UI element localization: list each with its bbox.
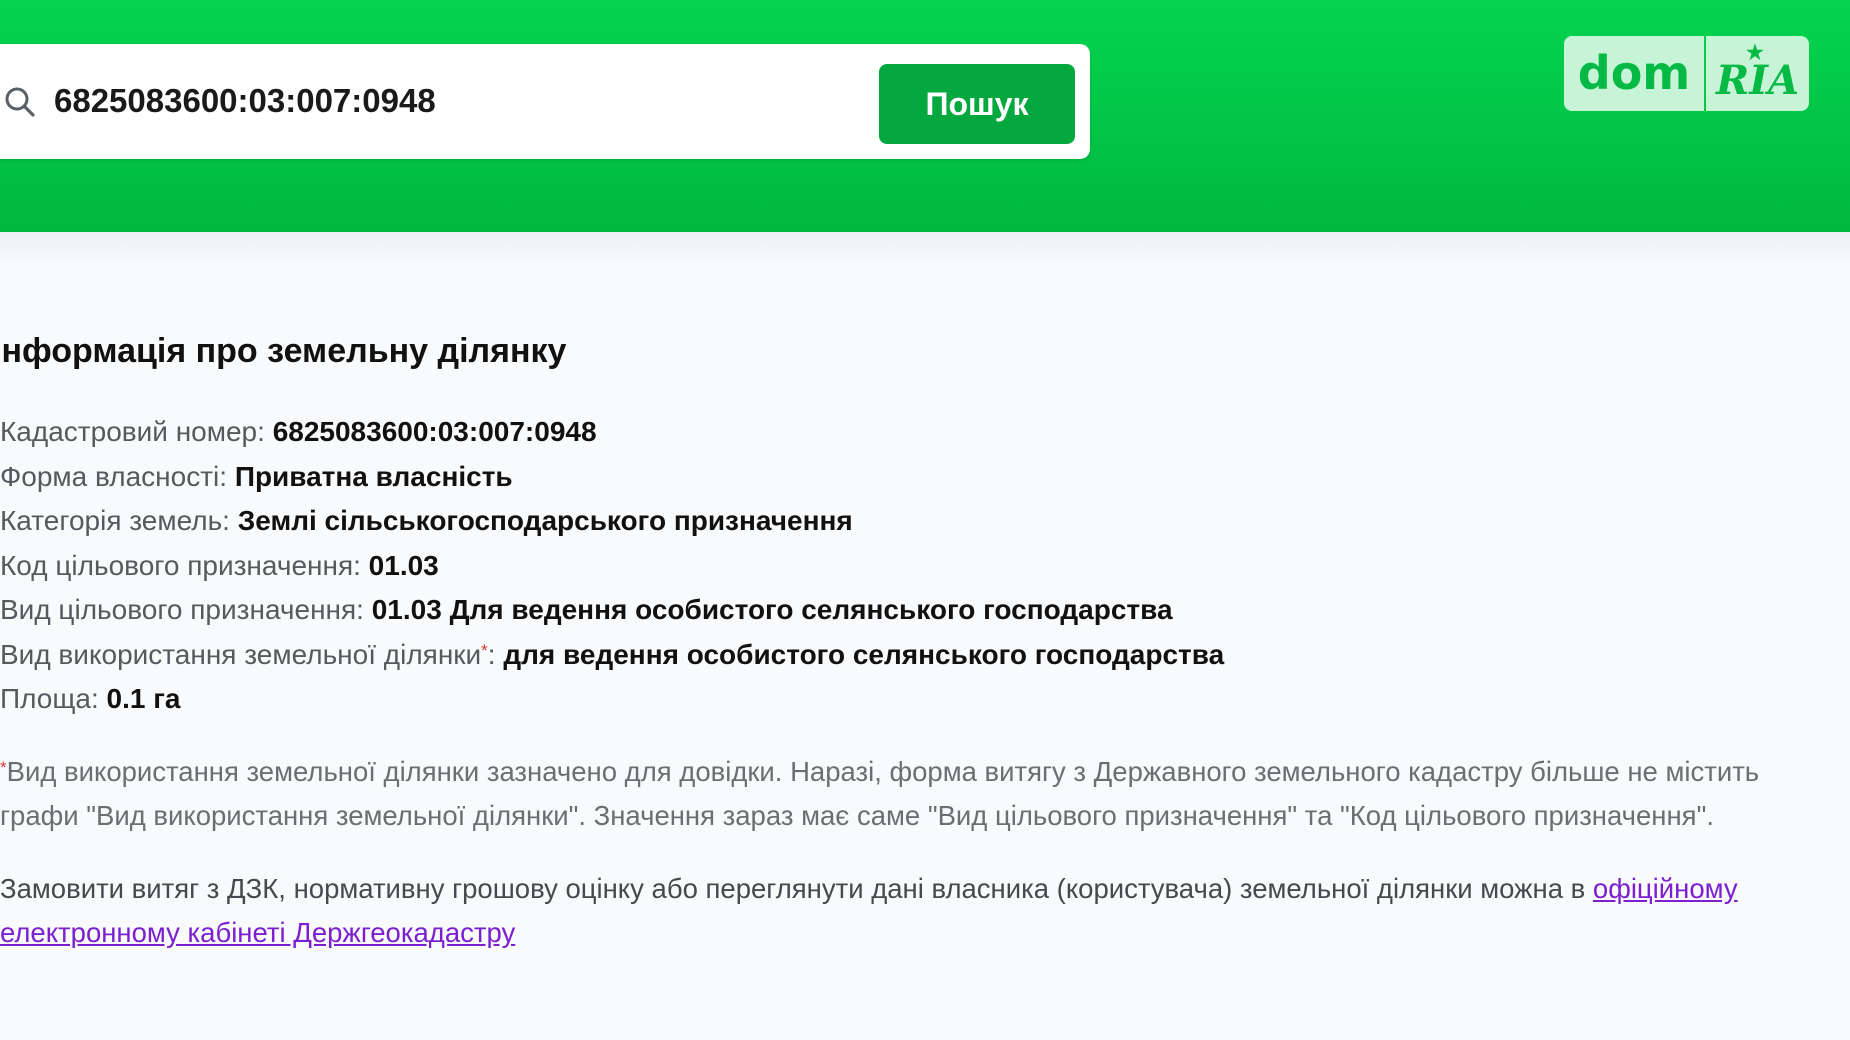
field-label: Кадастровий номер:	[0, 416, 273, 447]
field-label: Код цільового призначення:	[0, 549, 369, 581]
order-extract-text: Замовити витяг з ДЗК, нормативну грошову…	[0, 867, 1790, 956]
star-icon: ★	[1746, 40, 1764, 64]
order-text: Замовити витяг з ДЗК, нормативну грошову…	[0, 872, 1593, 904]
parcel-info-section: Інформація про земельну ділянку Кадастро…	[0, 322, 1820, 956]
field-ownership-form: Форма власності: Приватна власність	[0, 455, 1820, 500]
field-value: для ведення особистого селянського госпо…	[503, 638, 1225, 670]
field-label-suffix: :	[487, 638, 504, 670]
logo-ria-part: ★ RIA	[1706, 36, 1809, 111]
field-value: Землі сільськогосподарського призначення	[237, 505, 853, 536]
footnote-asterisk: *	[481, 640, 488, 660]
search-icon	[5, 87, 35, 117]
field-purpose-code: Код цільового призначення: 01.03	[0, 544, 1820, 589]
field-value: 0.1 га	[106, 683, 181, 714]
page-title: Інформація про земельну ділянку	[0, 332, 567, 370]
field-label: Категорія земель:	[0, 505, 238, 536]
field-land-use-type: Вид використання земельної ділянки*: для…	[0, 633, 1820, 678]
field-cadastral-number: Кадастровий номер: 6825083600:03:007:094…	[0, 410, 1820, 455]
header-divider	[0, 232, 1850, 264]
field-label: Форма власності:	[0, 460, 235, 492]
search-button[interactable]: Пошук	[879, 64, 1075, 144]
footnote-text: Вид використання земельної ділянки зазна…	[0, 755, 1760, 832]
field-value: Приватна власність	[234, 460, 513, 492]
field-label: Вид використання земельної ділянки	[0, 638, 482, 670]
field-label: Площа:	[0, 683, 107, 714]
search-input[interactable]	[54, 72, 854, 130]
search-box: Пошук	[0, 44, 1090, 159]
field-purpose-type: Вид цільового призначення: 01.03 Для вед…	[0, 588, 1820, 633]
domria-logo[interactable]: dom ★ RIA	[1564, 36, 1809, 111]
field-value: 6825083600:03:007:0948	[272, 416, 597, 447]
footnote: *Вид використання земельної ділянки зазн…	[0, 750, 1790, 839]
field-value: 01.03 Для ведення особистого селянського…	[371, 594, 1173, 625]
parcel-fields: Кадастровий номер: 6825083600:03:007:094…	[0, 410, 1820, 722]
field-land-category: Категорія земель: Землі сільськогосподар…	[0, 499, 1820, 544]
footnote-asterisk: *	[0, 757, 7, 777]
field-label: Вид цільового призначення:	[0, 594, 372, 625]
logo-dom-part: dom	[1564, 36, 1704, 111]
logo-ria-text: RIA	[1716, 57, 1799, 104]
field-area: Площа: 0.1 га	[0, 677, 1820, 722]
field-value: 01.03	[368, 549, 439, 581]
